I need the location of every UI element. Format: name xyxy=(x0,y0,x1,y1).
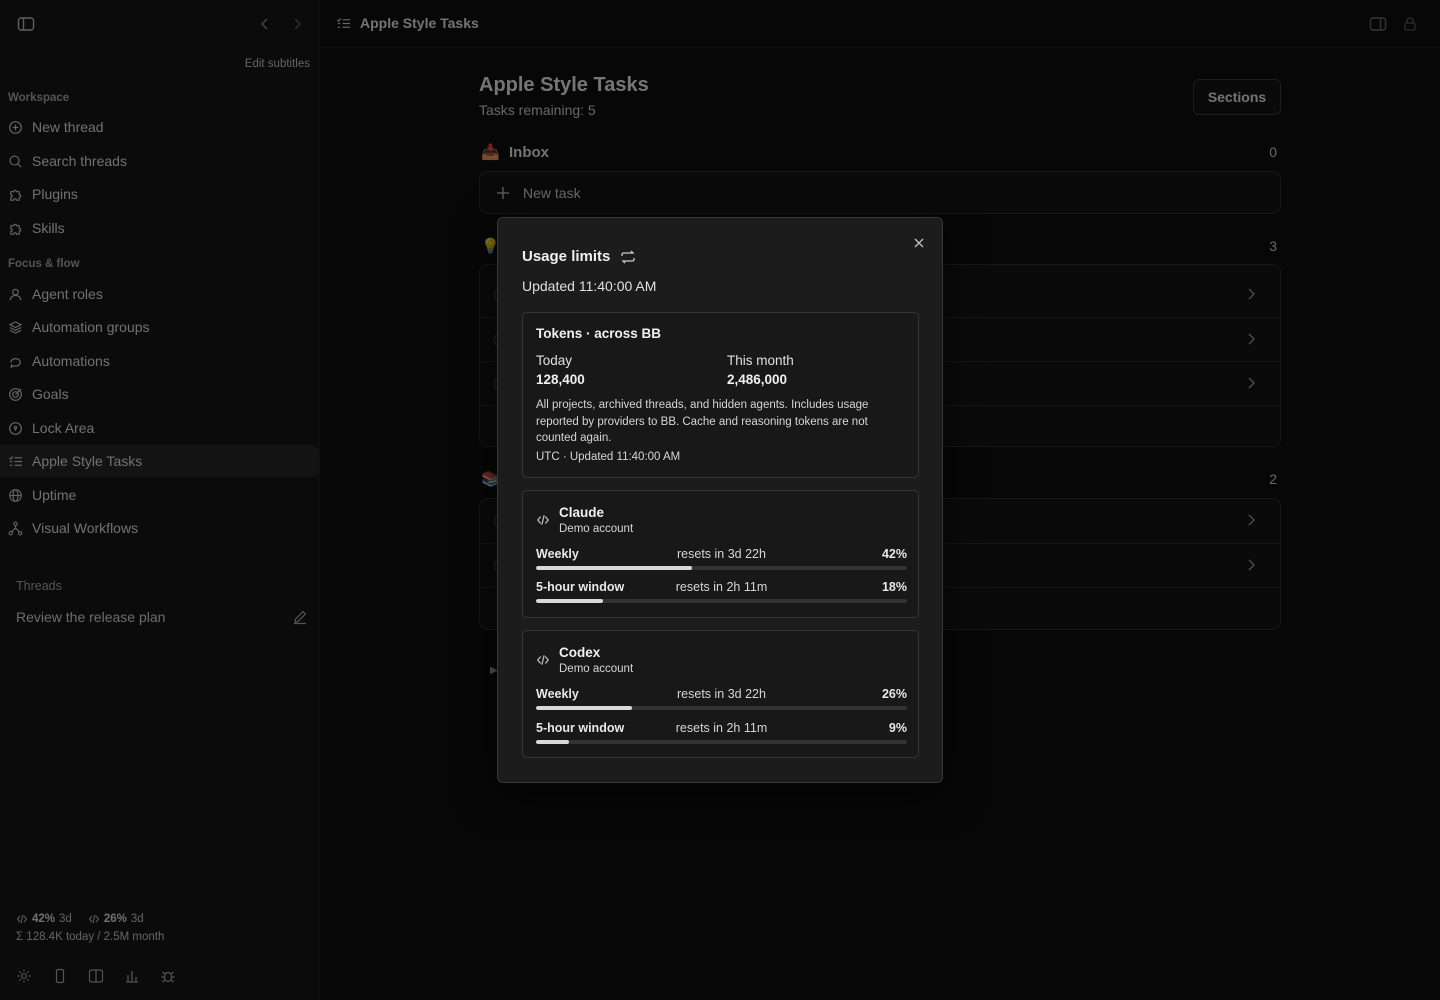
usage-limits-dialog: Usage limits Updated 11:40:00 AM Tokens … xyxy=(497,217,943,783)
meter-reset: resets in 3d 22h xyxy=(677,547,766,561)
progress-fill xyxy=(536,566,692,570)
close-icon[interactable] xyxy=(912,236,926,250)
provider-name: Claude xyxy=(559,505,605,520)
meter-percent: 9% xyxy=(888,721,907,735)
meter-percent: 18% xyxy=(881,580,907,594)
dialog-title: Usage limits xyxy=(522,248,636,265)
tokens-description: All projects, archived threads, and hidd… xyxy=(536,399,869,444)
tokens-footer: UTC · Updated 11:40:00 AM xyxy=(536,451,681,463)
provider-account: Demo account xyxy=(559,663,634,675)
tokens-title: Tokens · across BB xyxy=(536,326,662,341)
dialog-title-text: Usage limits xyxy=(522,248,611,265)
month-value: 2,486,000 xyxy=(727,372,788,387)
meter-percent: 26% xyxy=(881,687,907,701)
today-label: Today xyxy=(536,353,573,368)
tokens-card: Tokens · across BB Today 128,400 This mo… xyxy=(522,312,919,478)
month-label: This month xyxy=(727,353,794,368)
progress-fill xyxy=(536,740,570,744)
meter-label: 5-hour window xyxy=(536,580,625,594)
today-value: 128,400 xyxy=(536,372,585,387)
progress-track xyxy=(536,599,907,603)
code-icon xyxy=(536,515,550,525)
code-icon xyxy=(536,655,550,665)
provider-card-codex: Codex Demo account resets in 3d 22h Week… xyxy=(522,630,919,758)
meter-percent: 42% xyxy=(881,547,907,561)
progress-track xyxy=(536,706,907,710)
meter-label: Weekly xyxy=(536,547,579,561)
meter-label: Weekly xyxy=(536,687,579,701)
provider-card-claude: Claude Demo account resets in 3d 22h Wee… xyxy=(522,490,919,618)
provider-account: Demo account xyxy=(559,523,634,535)
updated-time: Updated 11:40:00 AM xyxy=(522,278,657,294)
refresh-icon[interactable] xyxy=(620,250,636,264)
meter-label: 5-hour window xyxy=(536,721,625,735)
progress-track xyxy=(536,566,907,570)
progress-track xyxy=(536,740,907,744)
meter-reset: resets in 3d 22h xyxy=(677,687,766,701)
progress-fill xyxy=(536,706,633,710)
provider-name: Codex xyxy=(559,645,601,660)
progress-fill xyxy=(536,599,603,603)
